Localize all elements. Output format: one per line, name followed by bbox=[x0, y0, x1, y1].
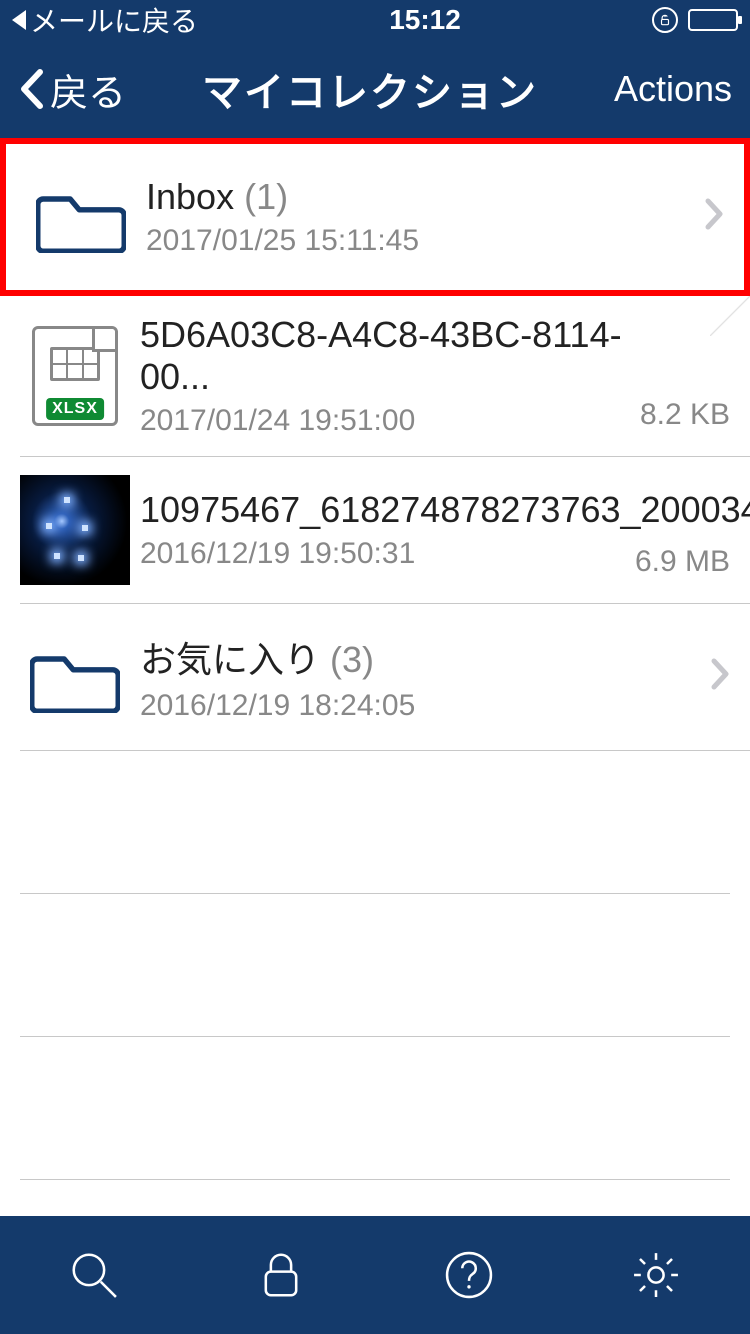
folder-icon bbox=[26, 162, 136, 272]
xlsx-file-icon: XLSX bbox=[20, 321, 130, 431]
xlsx-badge: XLSX bbox=[46, 398, 104, 420]
back-label: 戻る bbox=[50, 62, 126, 117]
search-icon bbox=[67, 1248, 121, 1302]
status-time: 15:12 bbox=[198, 4, 652, 36]
item-name: 5D6A03C8-A4C8-43BC-8114-00... bbox=[140, 314, 628, 398]
item-size: 8.2 KB bbox=[640, 398, 730, 438]
tab-bar bbox=[0, 1216, 750, 1334]
folder-icon bbox=[20, 622, 130, 732]
list-item-folder-inbox[interactable]: Inbox (1) 2017/01/25 15:11:45 bbox=[0, 138, 750, 296]
item-date: 2017/01/25 15:11:45 bbox=[146, 224, 696, 258]
item-date: 2016/12/19 18:24:05 bbox=[140, 689, 702, 723]
page-title: マイコレクション bbox=[126, 60, 614, 118]
back-triangle-icon bbox=[12, 10, 26, 30]
help-icon bbox=[442, 1248, 496, 1302]
battery-icon bbox=[688, 9, 738, 31]
item-count: (3) bbox=[330, 639, 374, 680]
item-size: 6.9 MB bbox=[635, 545, 730, 585]
chevron-right-icon bbox=[696, 192, 724, 242]
lock-tab[interactable] bbox=[246, 1240, 316, 1310]
file-list: Inbox (1) 2017/01/25 15:11:45 XLSX 5D6A0… bbox=[0, 138, 750, 1180]
dogear-icon bbox=[710, 296, 750, 336]
back-app-label: メールに戻る bbox=[30, 0, 198, 40]
item-name: Inbox bbox=[146, 176, 234, 217]
item-name: お気に入り bbox=[140, 639, 320, 680]
item-date: 2016/12/19 19:50:31 bbox=[140, 537, 623, 571]
nav-bar: 戻る マイコレクション Actions bbox=[0, 40, 750, 138]
actions-button[interactable]: Actions bbox=[614, 68, 732, 110]
orientation-lock-icon bbox=[652, 7, 678, 33]
empty-area bbox=[0, 751, 750, 1180]
chevron-right-icon bbox=[702, 652, 730, 702]
status-bar: メールに戻る 15:12 bbox=[0, 0, 750, 40]
back-to-app[interactable]: メールに戻る bbox=[12, 0, 198, 40]
item-name: 10975467_618274878273763_2000346953_... bbox=[140, 489, 623, 531]
gear-icon bbox=[629, 1248, 683, 1302]
item-date: 2017/01/24 19:51:00 bbox=[140, 404, 628, 438]
list-item-file-xlsx[interactable]: XLSX 5D6A03C8-A4C8-43BC-8114-00... 2017/… bbox=[0, 296, 750, 456]
list-item-file-image[interactable]: 10975467_618274878273763_2000346953_... … bbox=[0, 457, 750, 603]
lock-icon bbox=[254, 1248, 308, 1302]
item-count: (1) bbox=[244, 176, 288, 217]
chevron-left-icon bbox=[18, 68, 44, 110]
help-tab[interactable] bbox=[434, 1240, 504, 1310]
search-tab[interactable] bbox=[59, 1240, 129, 1310]
image-thumbnail bbox=[20, 475, 130, 585]
settings-tab[interactable] bbox=[621, 1240, 691, 1310]
list-item-folder-favorites[interactable]: お気に入り (3) 2016/12/19 18:24:05 bbox=[0, 604, 750, 750]
back-button[interactable]: 戻る bbox=[18, 62, 126, 117]
